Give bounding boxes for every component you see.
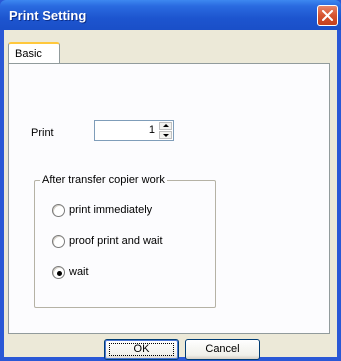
radio-print-immediately[interactable]: print immediately: [52, 204, 182, 218]
tab-basic[interactable]: Basic: [8, 42, 60, 64]
title-bar[interactable]: Print Setting: [0, 0, 341, 30]
spin-up-button[interactable]: [159, 122, 172, 130]
radio-selected-dot: [57, 271, 62, 276]
radio-proof-print-and-wait[interactable]: proof print and wait: [52, 235, 192, 249]
close-button[interactable]: [317, 5, 338, 26]
radio-circle: [52, 235, 65, 248]
radio-label: proof print and wait: [69, 235, 163, 247]
dialog-window: Print Setting Basic Print 1 After transf…: [0, 0, 341, 361]
print-label: Print: [31, 127, 54, 139]
print-count-value[interactable]: 1: [149, 124, 155, 136]
dialog-body: Basic Print 1 After transfer copier work…: [4, 30, 337, 360]
tab-basic-label: Basic: [15, 48, 42, 60]
radio-label: wait: [69, 266, 89, 278]
radio-circle: [52, 204, 65, 217]
radio-wait[interactable]: wait: [52, 266, 112, 280]
radio-label: print immediately: [69, 204, 153, 216]
spin-down-button[interactable]: [159, 131, 172, 139]
ok-button[interactable]: OK: [104, 339, 179, 360]
close-icon: [322, 10, 333, 21]
group-label: After transfer copier work: [40, 174, 167, 186]
window-title: Print Setting: [9, 8, 87, 23]
cancel-label: Cancel: [205, 343, 240, 355]
tab-panel: Print 1 After transfer copier work print…: [8, 63, 330, 334]
radio-circle: [52, 266, 65, 279]
cancel-button[interactable]: Cancel: [185, 339, 260, 360]
focus-rect: [109, 343, 174, 356]
print-count-stepper[interactable]: 1: [94, 120, 174, 141]
